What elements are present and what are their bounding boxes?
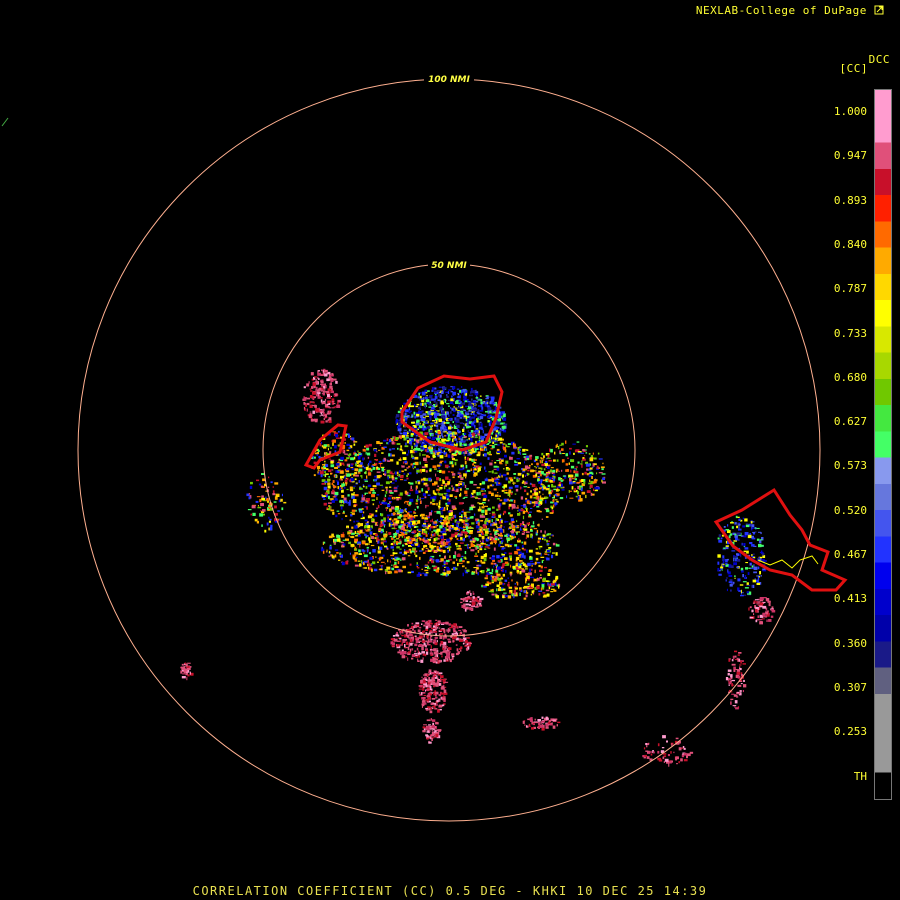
product-footer: CORRELATION COEFFICIENT (CC) 0.5 DEG - K… [192, 884, 708, 898]
colorbar-tick: 0.680 [833, 370, 867, 384]
colorbar-tick: 0.947 [833, 149, 867, 163]
colorbar-tick: 0.733 [833, 326, 867, 340]
range-ring-50nmi-label: 50 NMI [431, 261, 467, 271]
source-credit: NEXLAB-College of DuPage [696, 4, 884, 17]
radar-echoes [180, 368, 776, 767]
product-code: DCC [868, 53, 890, 66]
map-tick [1, 117, 9, 127]
colorbar-legend [874, 89, 892, 800]
colorbar-tick: 0.520 [833, 503, 867, 517]
colorbar-tick: 0.840 [833, 237, 867, 251]
colorbar-tick: 0.360 [833, 636, 867, 650]
colorbar-tick: 0.627 [833, 415, 867, 429]
colorbar-tick: 0.467 [833, 548, 867, 561]
external-link-icon[interactable] [874, 5, 884, 15]
source-credit-text: NEXLAB-College of DuPage [695, 4, 867, 17]
colorbar-tick: 1.000 [833, 105, 867, 118]
range-ring-100nmi-label: 100 NMI [428, 75, 470, 85]
colorbar-tick: 0.413 [833, 592, 867, 606]
colorbar-tick: 0.573 [833, 459, 867, 473]
colorbar-tick: 0.253 [833, 725, 867, 739]
colorbar-tick: TH [853, 769, 867, 783]
colorbar-tick: 0.893 [833, 193, 867, 207]
county-line [757, 555, 819, 569]
colorbar-tick: 0.307 [833, 680, 867, 694]
colorbar-unit: [CC] [839, 62, 868, 75]
colorbar-tick: 0.787 [833, 282, 867, 296]
radar-display: 100 NMI 50 NMI [1, 73, 848, 822]
